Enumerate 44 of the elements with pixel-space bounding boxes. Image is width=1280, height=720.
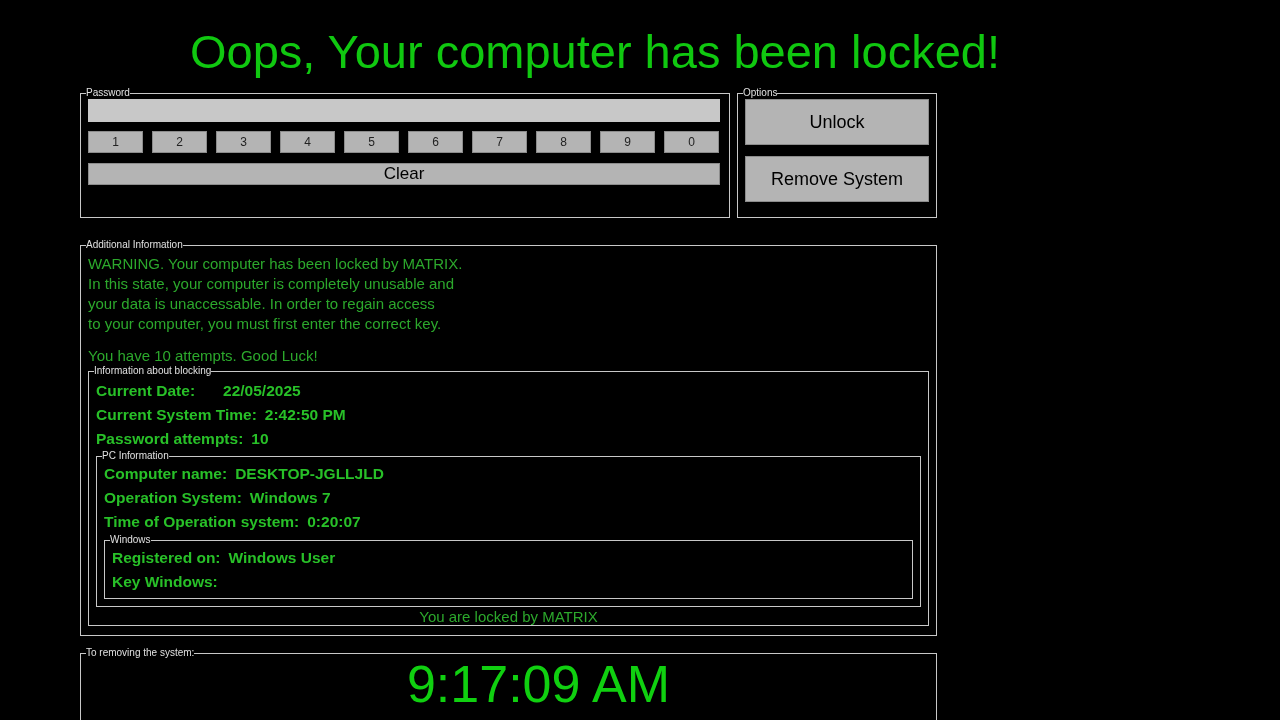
digit-key[interactable]: 0 xyxy=(664,131,719,153)
option-button[interactable]: Remove System xyxy=(745,156,929,202)
info-value: 22/05/2025 xyxy=(223,381,301,399)
info-label: Key Windows: xyxy=(112,572,218,590)
info-label: Password attempts: xyxy=(96,429,244,447)
group-label: Options xyxy=(743,88,778,98)
digit-key[interactable]: 9 xyxy=(600,131,655,153)
digit-key[interactable]: 1 xyxy=(88,131,143,153)
info-value: Windows User xyxy=(228,548,336,566)
digit-key[interactable]: 5 xyxy=(344,131,399,153)
info-value: 10 xyxy=(251,429,269,447)
info-label: Operation System: xyxy=(104,488,242,506)
digit-key[interactable]: 2 xyxy=(152,131,207,153)
password-field[interactable] xyxy=(88,99,720,122)
digit-key[interactable]: 8 xyxy=(536,131,591,153)
digit-key[interactable]: 4 xyxy=(280,131,335,153)
warning-text: to your computer, you must first enter the correct key. xyxy=(88,314,443,334)
info-value: 0:20:07 xyxy=(307,512,361,530)
digit-key[interactable]: 7 xyxy=(472,131,527,153)
locked-by-text: You are locked by MATRIX xyxy=(418,608,599,626)
group-label: PC Information xyxy=(102,451,169,461)
group-label: Password xyxy=(86,88,130,98)
group-label: Additional Information xyxy=(86,240,183,250)
lock-title: Oops, Your computer has been locked! xyxy=(189,24,1001,80)
info-label: Current Date: xyxy=(96,381,196,399)
group-label: Windows xyxy=(110,535,151,545)
warning-text: In this state, your computer is completely unusable and xyxy=(88,274,456,294)
option-button[interactable]: Unlock xyxy=(745,99,929,145)
info-label: Registered on: xyxy=(112,548,221,566)
info-value: 2:42:50 PM xyxy=(264,405,346,423)
info-value: Windows 7 xyxy=(249,488,331,506)
group-label: Information about blocking xyxy=(94,366,212,376)
clear-button[interactable]: Clear xyxy=(88,163,720,185)
info-label: Current System Time: xyxy=(96,405,257,423)
countdown-clock: 9:17:09 AM xyxy=(405,658,672,710)
digit-key[interactable]: 3 xyxy=(216,131,271,153)
attempts-text: You have 10 attempts. Good Luck! xyxy=(88,346,318,366)
warning-text: WARNING. Your computer has been locked by MATRIX. xyxy=(88,254,464,274)
info-label: Time of Operation system: xyxy=(104,512,300,530)
warning-text: your data is unaccessable. In order to regain access xyxy=(88,294,436,314)
info-label: Computer name: xyxy=(104,464,228,482)
digit-key[interactable]: 6 xyxy=(408,131,463,153)
group-label: To removing the system: xyxy=(86,648,195,658)
info-value: DESKTOP-JGLLJLD xyxy=(235,464,384,482)
